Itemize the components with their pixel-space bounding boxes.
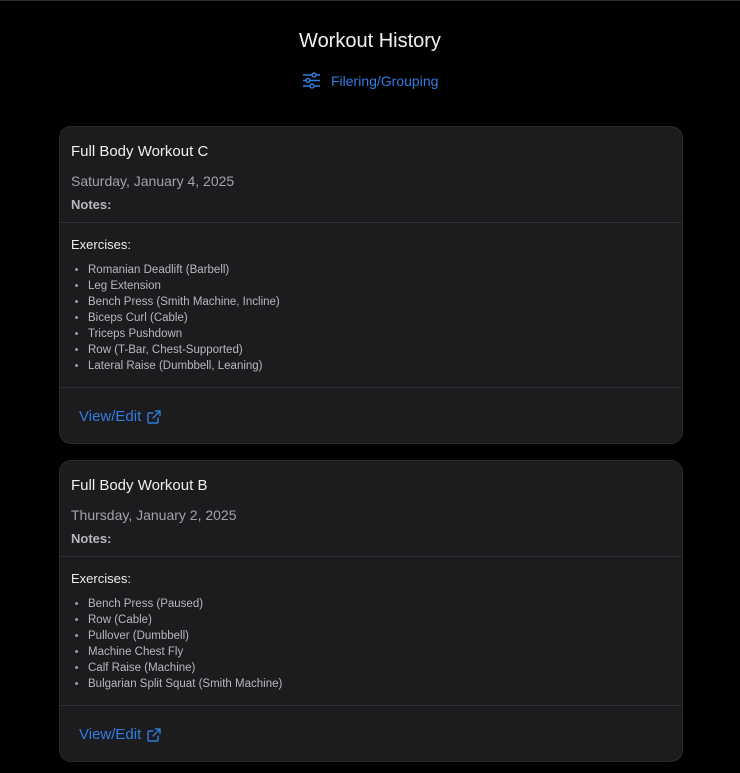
exercise-item: Machine Chest Fly xyxy=(88,644,671,660)
workout-card-body: Exercises: Romanian Deadlift (Barbell) L… xyxy=(60,223,682,388)
view-edit-label: View/Edit xyxy=(79,408,142,425)
workout-date: Thursday, January 2, 2025 xyxy=(71,507,237,523)
exercise-item: Pullover (Dumbbell) xyxy=(88,628,671,644)
workout-card-footer: View/Edit xyxy=(60,706,682,761)
workout-card-header: Full Body Workout C Saturday, January 4,… xyxy=(60,127,682,223)
external-link-icon xyxy=(147,409,161,424)
view-edit-link[interactable]: View/Edit xyxy=(79,408,161,425)
workout-card: Full Body Workout C Saturday, January 4,… xyxy=(59,126,683,444)
exercise-item: Lateral Raise (Dumbbell, Leaning) xyxy=(88,358,671,374)
workout-card-footer: View/Edit xyxy=(60,388,682,443)
exercise-item: Row (T-Bar, Chest-Supported) xyxy=(88,342,671,358)
filtering-grouping-label: Filering/Grouping xyxy=(331,72,439,89)
workout-card-header: Full Body Workout B Thursday, January 2,… xyxy=(60,461,682,557)
exercise-item: Biceps Curl (Cable) xyxy=(88,310,671,326)
page-title: Workout History xyxy=(299,30,441,52)
external-link-icon xyxy=(147,727,161,742)
workout-card-body: Exercises: Bench Press (Paused) Row (Cab… xyxy=(60,557,682,706)
exercise-list: Romanian Deadlift (Barbell) Leg Extensio… xyxy=(71,262,671,374)
workout-history-page: Workout History Filering/Grouping Full B… xyxy=(0,0,740,773)
view-edit-link[interactable]: View/Edit xyxy=(79,726,161,743)
exercise-item: Row (Cable) xyxy=(88,612,671,628)
filtering-grouping-button[interactable]: Filering/Grouping xyxy=(302,72,438,89)
top-divider xyxy=(0,0,740,1)
exercises-label: Exercises: xyxy=(71,571,131,586)
workout-card: Full Body Workout B Thursday, January 2,… xyxy=(59,460,683,762)
workout-date: Saturday, January 4, 2025 xyxy=(71,173,235,189)
exercise-item: Bench Press (Smith Machine, Incline) xyxy=(88,294,671,310)
view-edit-label: View/Edit xyxy=(79,726,142,743)
sliders-icon xyxy=(302,72,321,89)
notes-label: Notes: xyxy=(71,197,112,212)
exercise-item: Bulgarian Split Squat (Smith Machine) xyxy=(88,676,671,692)
exercise-list: Bench Press (Paused) Row (Cable) Pullove… xyxy=(71,596,671,692)
exercise-item: Romanian Deadlift (Barbell) xyxy=(88,262,671,278)
workout-title: Full Body Workout C xyxy=(71,143,209,160)
exercise-item: Triceps Pushdown xyxy=(88,326,671,342)
exercise-item: Bench Press (Paused) xyxy=(88,596,671,612)
notes-label: Notes: xyxy=(71,531,112,546)
exercises-label: Exercises: xyxy=(71,237,131,252)
workout-title: Full Body Workout B xyxy=(71,477,208,494)
exercise-item: Leg Extension xyxy=(88,278,671,294)
exercise-item: Calf Raise (Machine) xyxy=(88,660,671,676)
